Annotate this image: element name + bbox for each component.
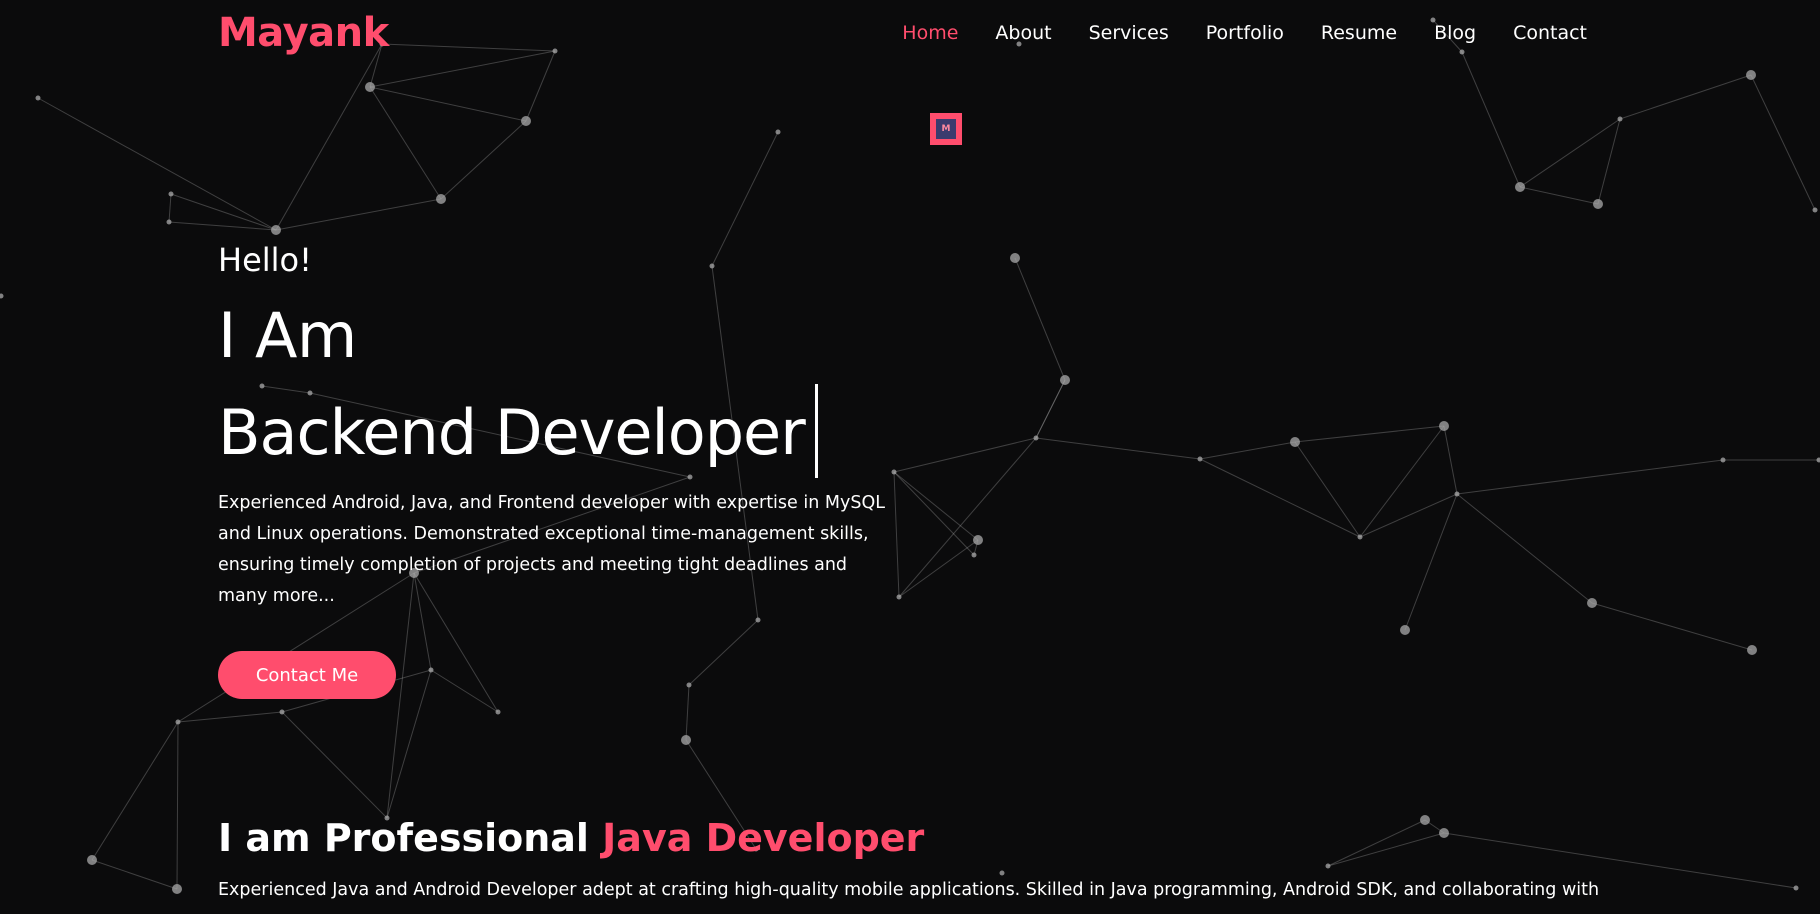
about-text: Experienced Java and Android Developer a… (218, 880, 1600, 900)
site-logo[interactable]: Mayank (218, 10, 389, 56)
about-title-prefix: I am Professional (218, 816, 589, 860)
about-title-accent: Java Developer (602, 816, 925, 860)
floating-badge: M (930, 113, 962, 145)
contact-me-button[interactable]: Contact Me (218, 651, 396, 699)
nav-services[interactable]: Services (1089, 20, 1169, 46)
hero-intro: I Am (218, 299, 357, 372)
hero-bio: Experienced Android, Java, and Frontend … (218, 493, 885, 606)
hero-role: Backend Developer (218, 396, 806, 470)
typing-caret (814, 384, 818, 478)
nav-resume[interactable]: Resume (1321, 20, 1397, 46)
hero-role-line: Backend Developer (218, 384, 818, 484)
about-title: I am Professional Java Developer (218, 814, 924, 862)
nav-home[interactable]: Home (902, 20, 958, 46)
hero-greeting: Hello! (218, 241, 312, 279)
badge-letter: M (936, 119, 956, 139)
nav-portfolio[interactable]: Portfolio (1206, 20, 1284, 46)
main-nav: Home About Services Portfolio Resume Blo… (902, 20, 1587, 46)
nav-contact[interactable]: Contact (1513, 20, 1587, 46)
nav-blog[interactable]: Blog (1434, 20, 1476, 46)
nav-about[interactable]: About (995, 20, 1051, 46)
